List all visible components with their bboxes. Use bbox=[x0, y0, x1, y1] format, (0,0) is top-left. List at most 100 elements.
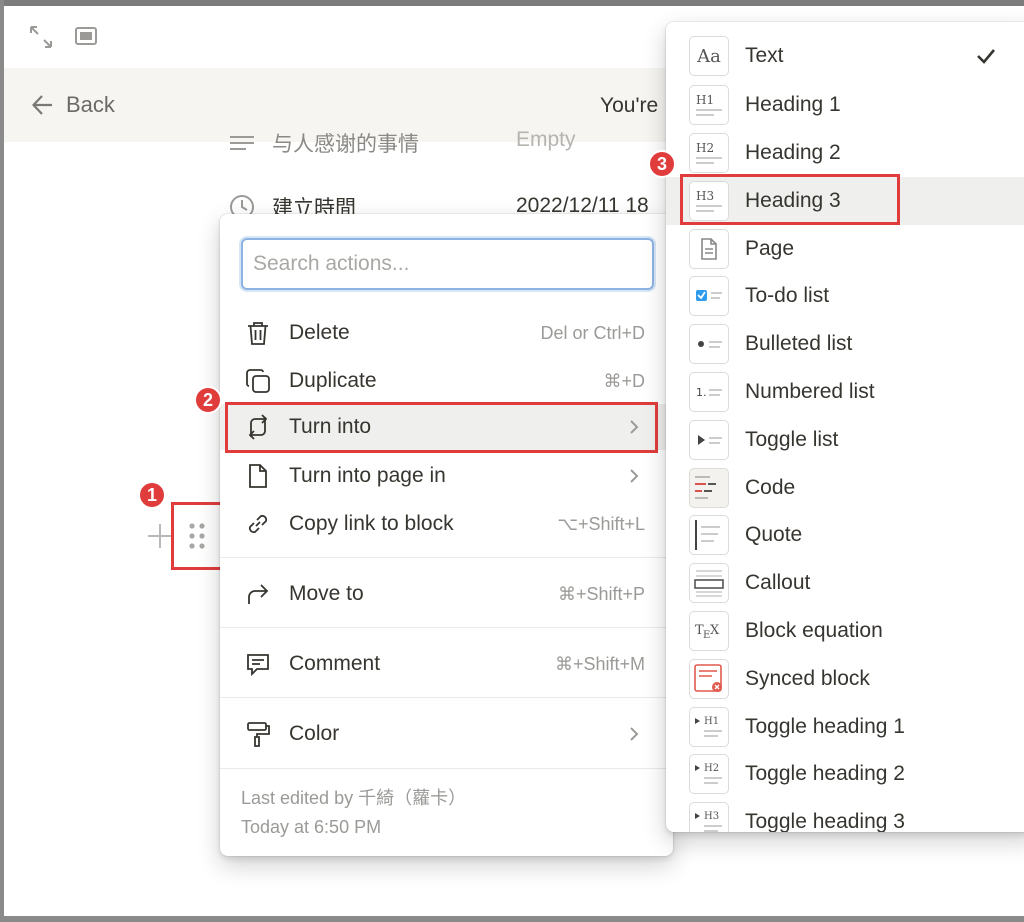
step-badge-3: 3 bbox=[648, 150, 676, 178]
turn-item-label: Text bbox=[745, 44, 784, 67]
turn-into-page[interactable]: Page bbox=[666, 225, 1024, 273]
menu-divider bbox=[220, 768, 673, 769]
menu-item-move-to[interactable]: Move to ⌘+Shift+P bbox=[220, 571, 673, 617]
turn-into-toggle-heading-1[interactable]: H1 Toggle heading 1 bbox=[666, 703, 1024, 751]
property-row[interactable]: 与人感谢的事情 bbox=[228, 128, 419, 158]
heading3-icon: H3 bbox=[689, 181, 729, 221]
page-icon bbox=[249, 464, 267, 488]
link-icon bbox=[248, 514, 268, 534]
trash-icon bbox=[248, 322, 268, 345]
turn-into-code[interactable]: Code bbox=[666, 464, 1024, 512]
turn-into-heading-2[interactable]: H2 Heading 2 bbox=[666, 129, 1024, 177]
turn-item-label: Bulleted list bbox=[745, 332, 853, 355]
turn-into-text[interactable]: Aa Text bbox=[666, 32, 1024, 80]
numbered-list-icon: 1. bbox=[689, 372, 729, 412]
turn-item-label: Heading 2 bbox=[745, 141, 841, 164]
quote-icon bbox=[689, 515, 729, 555]
page-status-text: You're bbox=[600, 94, 659, 117]
menu-item-shortcut: ⌘+Shift+P bbox=[557, 583, 645, 604]
svg-text:H1: H1 bbox=[696, 93, 714, 107]
menu-item-label: Duplicate bbox=[289, 369, 377, 392]
menu-item-label: Comment bbox=[289, 652, 381, 675]
property-value[interactable]: Empty bbox=[516, 128, 576, 152]
code-icon bbox=[689, 468, 729, 508]
turn-item-label: Block equation bbox=[745, 619, 883, 642]
menu-item-label: Move to bbox=[289, 582, 364, 605]
turn-item-label: Toggle heading 2 bbox=[745, 762, 905, 785]
search-actions-box[interactable] bbox=[241, 238, 654, 290]
search-actions-input[interactable] bbox=[253, 252, 642, 276]
last-edited-by: Last edited by 千綺（蘿卡） bbox=[241, 788, 467, 808]
turn-into-toggle-list[interactable]: Toggle list bbox=[666, 416, 1024, 464]
turn-into-synced-block[interactable]: Synced block bbox=[666, 655, 1024, 703]
svg-text:X: X bbox=[710, 623, 720, 638]
turn-item-label: Heading 1 bbox=[745, 93, 841, 116]
turn-item-label: Toggle heading 1 bbox=[745, 715, 905, 738]
todo-icon bbox=[689, 276, 729, 316]
turn-item-label: Callout bbox=[745, 571, 811, 594]
svg-text:H3: H3 bbox=[704, 811, 719, 822]
turn-into-heading-3[interactable]: H3 Heading 3 bbox=[666, 177, 1024, 225]
turn-into-block-equation[interactable]: TEX Block equation bbox=[666, 607, 1024, 655]
text-lines-icon bbox=[230, 136, 254, 150]
menu-item-copy-link[interactable]: Copy link to block ⌥+Shift+L bbox=[220, 501, 673, 547]
window-frame-bottom bbox=[0, 916, 1024, 922]
drag-handle-button[interactable] bbox=[171, 502, 223, 570]
chevron-right-icon bbox=[630, 727, 639, 741]
menu-item-comment[interactable]: Comment ⌘+Shift+M bbox=[220, 641, 673, 687]
svg-text:H1: H1 bbox=[704, 716, 719, 727]
text-icon: Aa bbox=[689, 36, 729, 76]
svg-text:H2: H2 bbox=[696, 141, 714, 155]
turn-into-numbered-list[interactable]: 1. Numbered list bbox=[666, 368, 1024, 416]
turn-into-toggle-heading-2[interactable]: H2 Toggle heading 2 bbox=[666, 750, 1024, 798]
menu-item-label: Color bbox=[289, 722, 340, 745]
toggle-heading1-icon: H1 bbox=[689, 707, 729, 747]
menu-item-label: Copy link to block bbox=[289, 512, 454, 535]
turn-item-label: Page bbox=[745, 237, 795, 260]
turn-item-label: Synced block bbox=[745, 667, 870, 690]
heading2-icon: H2 bbox=[689, 133, 729, 173]
toggle-list-icon bbox=[689, 420, 729, 460]
turn-into-todo-list[interactable]: To-do list bbox=[666, 272, 1024, 320]
side-peek-icon[interactable] bbox=[74, 26, 98, 46]
turn-item-label: To-do list bbox=[745, 284, 830, 307]
turn-item-label: Toggle heading 3 bbox=[745, 810, 905, 832]
svg-text:H3: H3 bbox=[696, 189, 714, 203]
turn-into-submenu: Aa Text H1 Heading 1 H2 Heading 2 H3 Hea… bbox=[666, 22, 1024, 832]
turn-into-callout[interactable]: Callout bbox=[666, 559, 1024, 607]
menu-divider bbox=[220, 557, 673, 558]
menu-item-label: Turn into bbox=[289, 415, 372, 438]
step-badge-2: 2 bbox=[194, 386, 222, 414]
step-badge-1: 1 bbox=[138, 481, 166, 509]
back-arrow-icon bbox=[31, 95, 52, 115]
menu-item-shortcut: ⌘+D bbox=[603, 370, 645, 391]
menu-item-label: Delete bbox=[289, 321, 350, 344]
chevron-right-icon bbox=[630, 420, 639, 434]
menu-item-turn-into-page[interactable]: Turn into page in bbox=[220, 453, 673, 499]
heading1-icon: H1 bbox=[689, 85, 729, 125]
expand-icon[interactable] bbox=[28, 24, 54, 50]
back-button[interactable]: Back bbox=[30, 92, 115, 118]
menu-item-delete[interactable]: Delete Del or Ctrl+D bbox=[220, 310, 673, 356]
toggle-heading2-icon: H2 bbox=[689, 754, 729, 794]
callout-icon bbox=[689, 563, 729, 603]
equation-icon: TEX bbox=[689, 611, 729, 651]
turn-into-heading-1[interactable]: H1 Heading 1 bbox=[666, 81, 1024, 129]
menu-item-turn-into[interactable]: Turn into bbox=[220, 404, 673, 450]
turn-into-quote[interactable]: Quote bbox=[666, 511, 1024, 559]
menu-item-shortcut: Del or Ctrl+D bbox=[540, 322, 645, 343]
menu-item-duplicate[interactable]: Duplicate ⌘+D bbox=[220, 358, 673, 404]
bulleted-list-icon bbox=[689, 324, 729, 364]
svg-text:1.: 1. bbox=[696, 386, 707, 399]
menu-divider bbox=[220, 627, 673, 628]
menu-item-color[interactable]: Color bbox=[220, 711, 673, 757]
menu-item-shortcut: ⌘+Shift+M bbox=[554, 653, 645, 674]
drag-dots-icon bbox=[189, 523, 205, 549]
add-block-icon[interactable] bbox=[146, 520, 174, 552]
turn-into-bulleted-list[interactable]: Bulleted list bbox=[666, 320, 1024, 368]
window-frame-top bbox=[0, 0, 1024, 6]
page-icon bbox=[689, 229, 729, 269]
back-label: Back bbox=[66, 92, 115, 117]
turn-into-toggle-heading-3[interactable]: H3 Toggle heading 3 bbox=[666, 798, 1024, 832]
menu-item-shortcut: ⌥+Shift+L bbox=[557, 513, 645, 534]
